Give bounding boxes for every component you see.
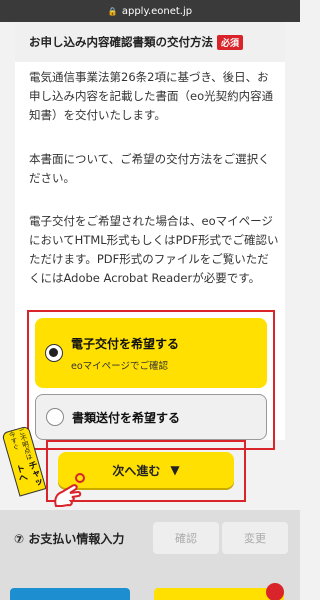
section-title: お申し込み内容確認書類の交付方法 [29,35,213,49]
bottom-action-bar [0,582,300,600]
payment-step-title: ⑦ お支払い情報入力 [14,532,125,546]
url-text: apply.eonet.jp [121,5,193,17]
notice-paragraph: 電気通信事業法第26条2項に基づき、後日、お申し込み内容を記載した書面（eo光契… [29,70,274,122]
confirm-button[interactable]: 確認 [153,522,219,554]
radio-selected-icon[interactable] [45,344,63,362]
delivery-method-section: お申し込み内容確認書類の交付方法 必須 電気通信事業法第26条2項に基づき、後日… [15,22,285,450]
lock-icon: 🔒 [107,6,118,16]
electronic-info-paragraph: 電子交付をご希望された場合は、eoマイページにおいてHTML形式もしくはPDF形… [29,214,279,285]
section-header: お申し込み内容確認書類の交付方法 必須 [15,22,285,62]
next-button-label: 次へ進む [112,463,161,478]
bottom-left-button[interactable] [10,588,130,600]
option-electronic-delivery[interactable]: 電子交付を希望する eoマイページでご確認 [35,318,267,388]
required-badge: 必須 [217,34,244,50]
bottom-right-button[interactable] [154,588,284,600]
browser-url-bar[interactable]: 🔒 apply.eonet.jp [0,0,300,22]
option-label: 電子交付を希望する [71,336,180,351]
radio-unselected-icon[interactable] [46,408,64,426]
chat-tab-label: チャットへ [13,460,43,489]
pointing-hand-icon [54,473,85,507]
option-label: 書類送付を希望する [72,410,181,425]
down-arrow-icon: ▼ [170,463,180,477]
notification-badge [266,583,284,600]
select-instruction: 本書面について、ご希望の交付方法をご選択ください。 [29,152,270,185]
option-paper-delivery[interactable]: 書類送付を希望する [35,394,267,440]
options-highlight-frame: 電子交付を希望する eoマイページでご確認 書類送付を希望する [27,310,275,450]
change-button[interactable]: 変更 [222,522,288,554]
option-sublabel: eoマイページでご確認 [71,360,168,372]
